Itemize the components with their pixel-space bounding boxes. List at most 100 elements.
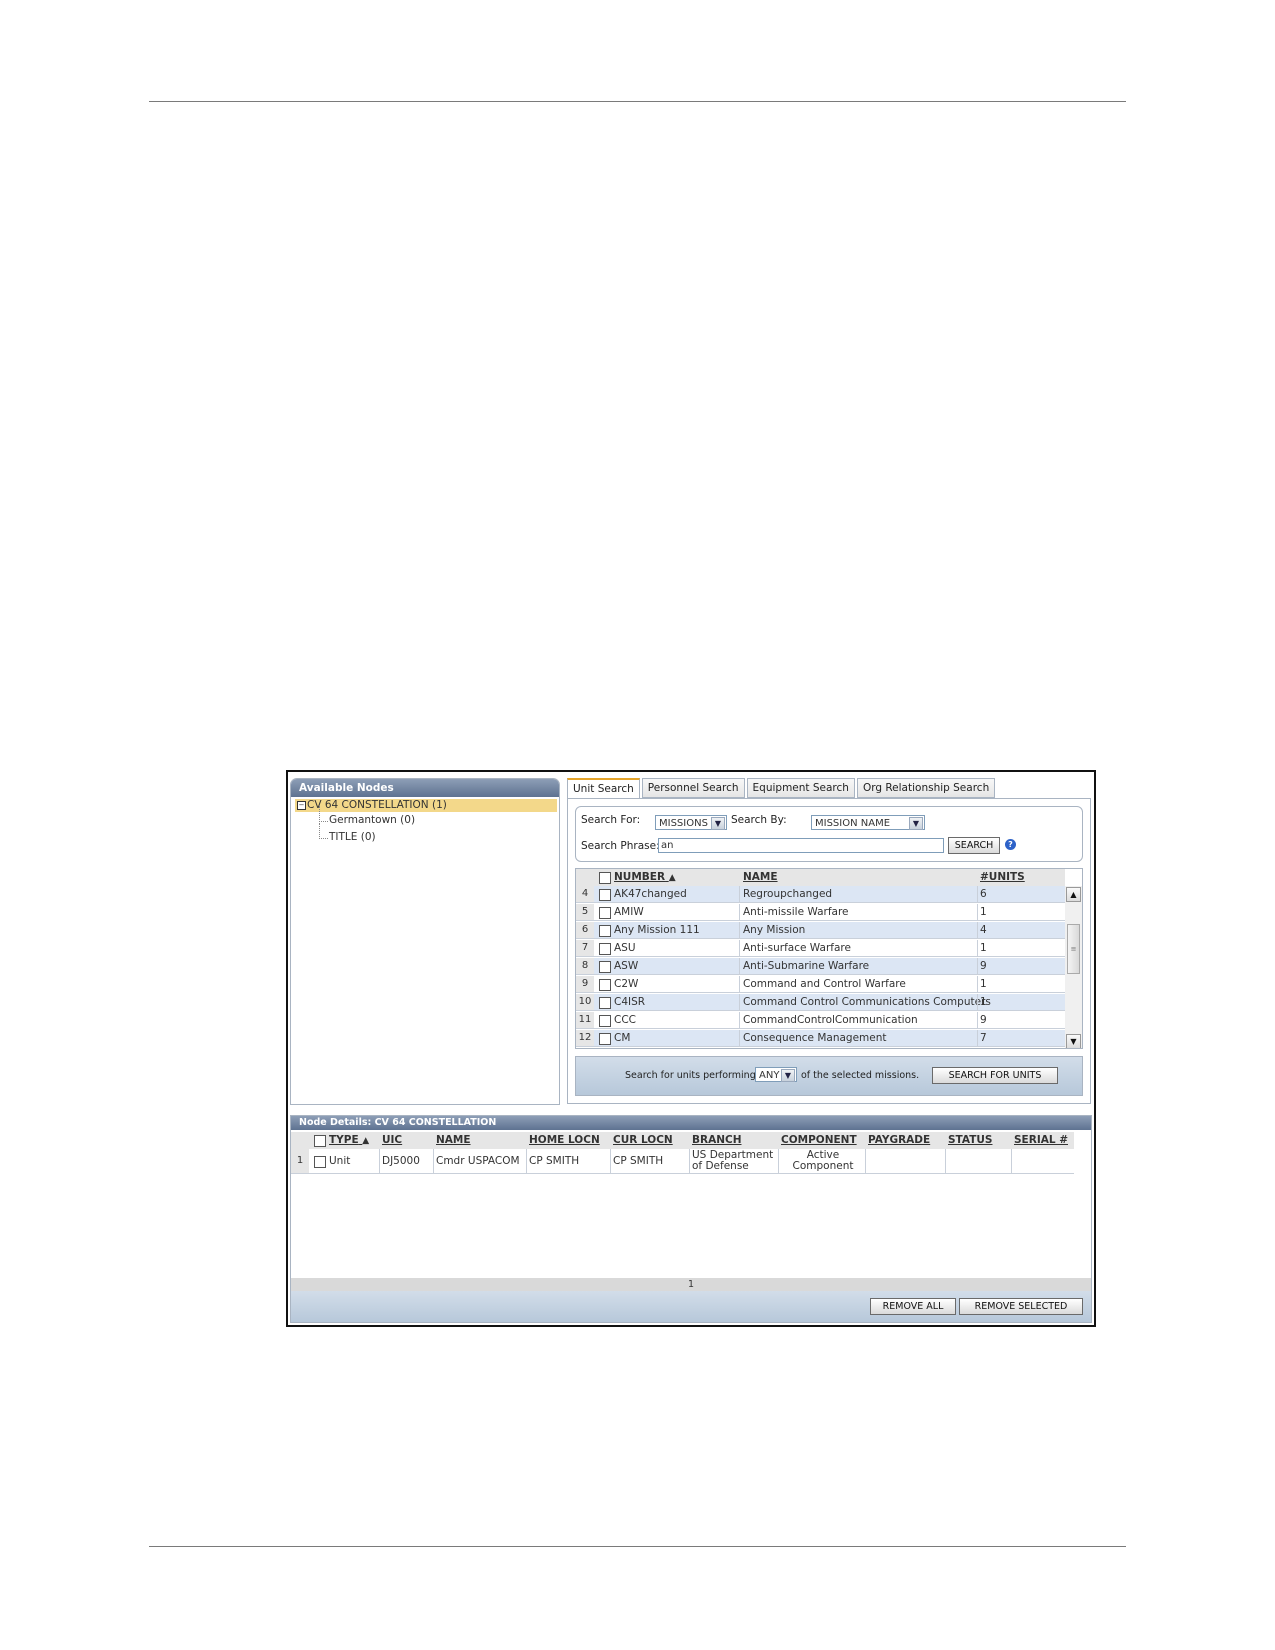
- table-row[interactable]: 11 CCC CommandControlCommunication 9: [576, 1012, 1065, 1029]
- details-header-row: TYPE ▲ UIC NAME HOME LOCN CUR LOCN BRANC…: [291, 1132, 1074, 1149]
- column-divider: [739, 1030, 740, 1046]
- column-divider: [739, 1012, 740, 1028]
- cell-name: CommandControlCommunication: [743, 1014, 918, 1026]
- page-indicator[interactable]: 1: [291, 1278, 1091, 1291]
- table-row[interactable]: 5 AMIW Anti-missile Warfare 1: [576, 904, 1065, 921]
- cell-units: 7: [980, 1032, 987, 1044]
- select-all-checkbox[interactable]: [599, 872, 611, 884]
- cell-units: 6: [980, 888, 987, 900]
- tab-equipment-search[interactable]: Equipment Search: [746, 778, 855, 798]
- column-divider: [610, 1149, 611, 1173]
- table-row[interactable]: 9 C2W Command and Control Warfare 1: [576, 976, 1065, 993]
- row-checkbox[interactable]: [599, 943, 611, 955]
- tree-node-title[interactable]: TITLE (0): [319, 823, 559, 846]
- col-header-cur-locn[interactable]: CUR LOCN: [613, 1134, 673, 1146]
- row-checkbox[interactable]: [599, 1033, 611, 1045]
- help-icon[interactable]: ?: [1005, 839, 1016, 850]
- chevron-down-icon: ▼: [711, 817, 725, 830]
- search-button[interactable]: SEARCH: [948, 837, 1000, 854]
- search-by-select[interactable]: MISSION NAME ▼: [811, 815, 925, 830]
- cell-number: AMIW: [614, 906, 644, 918]
- cell-number: C4ISR: [614, 996, 646, 1008]
- units-search-suffix: of the selected missions.: [801, 1070, 920, 1081]
- cell-uic: DJ5000: [382, 1155, 420, 1167]
- tab-unit-search[interactable]: Unit Search: [567, 778, 640, 799]
- sort-ascending-icon: ▲: [362, 1136, 370, 1146]
- select-all-details-checkbox[interactable]: [314, 1135, 326, 1147]
- col-header-component[interactable]: COMPONENT: [781, 1134, 857, 1146]
- tab-org-relationship-search[interactable]: Org Relationship Search: [856, 778, 996, 798]
- tree-node-root[interactable]: − CV 64 CONSTELLATION (1): [295, 799, 557, 812]
- row-checkbox[interactable]: [599, 889, 611, 901]
- cell-home-locn: CP SMITH: [529, 1155, 580, 1167]
- cell-name: Anti-surface Warfare: [743, 942, 851, 954]
- search-phrase-input[interactable]: an: [658, 838, 944, 853]
- table-row[interactable]: 10 C4ISR Command Control Communications Co…: [576, 994, 1065, 1011]
- details-footer-bar: REMOVE ALL REMOVE SELECTED: [291, 1291, 1091, 1322]
- cell-name: Any Mission: [743, 924, 806, 936]
- search-units-bar: Search for units performing ANY ▼ of the…: [575, 1056, 1083, 1096]
- column-divider: [739, 940, 740, 956]
- search-by-value: MISSION NAME: [815, 818, 891, 829]
- remove-all-button[interactable]: REMOVE ALL: [870, 1298, 956, 1315]
- col-header-number[interactable]: NUMBER ▲: [614, 871, 676, 883]
- grid-scrollbar[interactable]: ▲ ≡ ▼: [1065, 886, 1082, 1048]
- table-row[interactable]: 7 ASU Anti-surface Warfare 1: [576, 940, 1065, 957]
- column-divider: [1011, 1149, 1012, 1173]
- row-number: 9: [576, 976, 594, 992]
- table-row[interactable]: 8 ASW Anti-Submarine Warfare 9: [576, 958, 1065, 975]
- column-divider: [977, 886, 978, 902]
- row-checkbox[interactable]: [599, 1015, 611, 1027]
- column-divider: [739, 976, 740, 992]
- col-header-home-locn[interactable]: HOME LOCN: [529, 1134, 600, 1146]
- remove-selected-button[interactable]: REMOVE SELECTED: [959, 1298, 1083, 1315]
- match-mode-select[interactable]: ANY ▼: [755, 1067, 797, 1082]
- column-divider: [739, 922, 740, 938]
- column-divider: [977, 922, 978, 938]
- cell-name: Anti-missile Warfare: [743, 906, 849, 918]
- search-for-select[interactable]: MISSIONS ▼: [655, 815, 727, 830]
- column-divider: [739, 994, 740, 1010]
- scroll-up-icon[interactable]: ▲: [1066, 887, 1081, 902]
- column-divider: [433, 1149, 434, 1173]
- row-checkbox[interactable]: [599, 961, 611, 973]
- row-checkbox[interactable]: [599, 979, 611, 991]
- cell-number: Any Mission 111: [614, 924, 700, 936]
- cell-name: Command Control Communications Computers: [743, 996, 991, 1008]
- search-for-label: Search For:: [581, 814, 641, 826]
- tab-personnel-search[interactable]: Personnel Search: [641, 778, 745, 798]
- col-header-serial[interactable]: SERIAL #: [1014, 1134, 1068, 1146]
- row-checkbox[interactable]: [314, 1156, 326, 1168]
- row-number: 8: [576, 958, 594, 974]
- col-header-type[interactable]: TYPE ▲: [329, 1134, 369, 1146]
- col-header-uic[interactable]: UIC: [382, 1134, 402, 1146]
- cell-number: AK47changed: [614, 888, 687, 900]
- cell-number: CCC: [614, 1014, 636, 1026]
- table-row[interactable]: 12 CM Consequence Management 7: [576, 1030, 1065, 1047]
- column-divider: [739, 904, 740, 920]
- col-header-paygrade[interactable]: PAYGRADE: [868, 1134, 930, 1146]
- table-row[interactable]: 4 AK47changed Regroupchanged 6: [576, 886, 1065, 903]
- table-row[interactable]: 1 Unit DJ5000 Cmdr USPACOM CP SMITH CP S…: [291, 1149, 1074, 1174]
- row-checkbox[interactable]: [599, 907, 611, 919]
- collapse-icon[interactable]: −: [297, 801, 306, 810]
- cell-number: CM: [614, 1032, 631, 1044]
- row-number: 12: [576, 1030, 594, 1046]
- scroll-thumb[interactable]: ≡: [1067, 924, 1080, 974]
- tree-node-germantown[interactable]: Germantown (0): [319, 806, 559, 829]
- col-header-status[interactable]: STATUS: [948, 1134, 992, 1146]
- row-checkbox[interactable]: [599, 997, 611, 1009]
- table-row[interactable]: 6 Any Mission 111 Any Mission 4: [576, 922, 1065, 939]
- column-divider: [977, 904, 978, 920]
- col-header-name[interactable]: NAME: [743, 871, 778, 883]
- search-for-units-button[interactable]: SEARCH FOR UNITS: [932, 1067, 1058, 1084]
- column-divider: [526, 1149, 527, 1173]
- col-header-units[interactable]: #UNITS: [980, 871, 1025, 883]
- cell-units: 4: [980, 924, 987, 936]
- col-header-branch[interactable]: BRANCH: [692, 1134, 742, 1146]
- row-checkbox[interactable]: [599, 925, 611, 937]
- column-divider: [977, 994, 978, 1010]
- col-header-name[interactable]: NAME: [436, 1134, 471, 1146]
- scroll-down-icon[interactable]: ▼: [1066, 1034, 1081, 1048]
- cell-cur-locn: CP SMITH: [613, 1155, 664, 1167]
